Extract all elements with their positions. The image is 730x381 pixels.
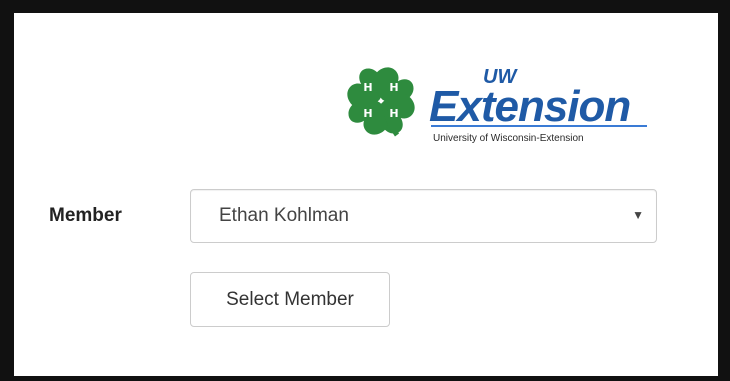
logo-subtitle: University of Wisconsin-Extension <box>433 133 584 144</box>
clover-letter: H <box>389 107 398 120</box>
window-frame: H H H H UW Extension University of Wisco… <box>0 0 730 381</box>
clover-letter: H <box>363 81 372 94</box>
select-member-button[interactable]: Select Member <box>190 272 390 327</box>
four-h-clover-icon: H H H H <box>347 67 415 137</box>
clover-letter: H <box>363 107 372 120</box>
member-label: Member <box>49 205 122 226</box>
triangle-down-icon: ▼ <box>632 208 644 222</box>
clover-letter: H <box>389 81 398 94</box>
brand-extension: Extension <box>429 82 630 131</box>
member-select[interactable]: Ethan Kohlman ▼ <box>190 189 657 243</box>
uw-extension-logo: H H H H UW Extension University of Wisco… <box>341 61 651 153</box>
form-panel: H H H H UW Extension University of Wisco… <box>14 13 718 376</box>
brand-underline <box>431 125 647 127</box>
member-select-value: Ethan Kohlman <box>219 205 349 226</box>
